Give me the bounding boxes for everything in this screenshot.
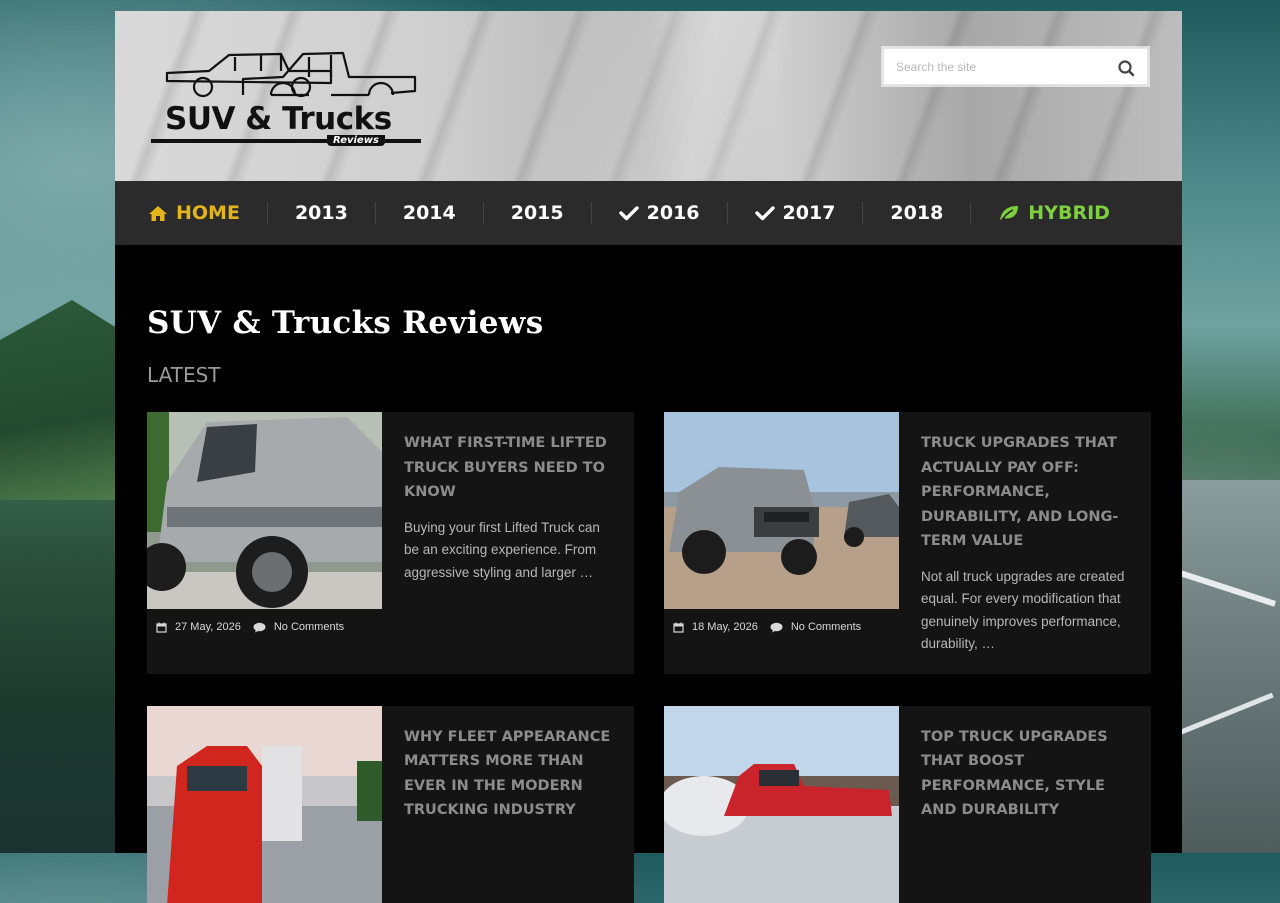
site-logo[interactable]: SUV & Trucks Reviews	[151, 49, 421, 149]
background-road	[1180, 480, 1280, 853]
nav-label-2014: 2014	[402, 202, 456, 224]
nav-label-2015: 2015	[510, 202, 564, 224]
nav-label-2013: 2013	[294, 202, 348, 224]
page-title: SUV & Trucks Reviews	[147, 305, 544, 341]
nav-item-2017[interactable]: 2017	[726, 202, 863, 224]
posts-grid: 27 May, 2026 No Comments What First-Time…	[147, 412, 1151, 903]
search-icon	[1118, 60, 1135, 77]
logo-subtitle: Reviews	[327, 135, 385, 146]
post-title-link[interactable]: What First-Time Lifted Truck Buyers Need…	[404, 431, 614, 505]
check-icon	[618, 206, 639, 221]
check-icon	[754, 206, 775, 221]
nav-item-home[interactable]: HOME	[148, 202, 267, 224]
nav-label-2017: 2017	[782, 202, 836, 224]
search-button[interactable]	[1117, 58, 1137, 78]
comments-icon	[253, 622, 266, 632]
nav-item-hybrid[interactable]: HYBRID	[970, 202, 1137, 224]
main-content: SUV & Trucks Reviews LATEST 27 May, 2026…	[115, 245, 1182, 903]
comments-icon	[770, 622, 783, 632]
post-thumbnail-red-semi-truck[interactable]	[147, 705, 382, 903]
site-container: SUV & Trucks Reviews HOME 2013 2014	[115, 11, 1182, 903]
post-thumbnail-lifted-truck[interactable]	[147, 412, 382, 609]
nav-label-2018: 2018	[890, 202, 944, 224]
background-mountain	[0, 300, 120, 500]
post-meta: 18 May, 2026 No Comments	[664, 609, 899, 645]
post-title-link[interactable]: Truck Upgrades That Actually Pay Off: Pe…	[921, 431, 1131, 554]
post-comments-link[interactable]: No Comments	[274, 621, 344, 633]
search-box	[883, 48, 1148, 85]
post-date: 18 May, 2026	[692, 621, 758, 633]
post-date: 27 May, 2026	[175, 621, 241, 633]
nav-label-hybrid: HYBRID	[1028, 202, 1110, 224]
post-meta: 27 May, 2026 No Comments	[147, 609, 382, 645]
post-card: 27 May, 2026 No Comments What First-Time…	[147, 412, 634, 674]
nav-item-2018[interactable]: 2018	[862, 202, 970, 224]
home-icon	[149, 206, 167, 221]
truck-logo-icon	[165, 51, 417, 98]
calendar-icon	[673, 622, 684, 633]
post-card: 18 May, 2026 No Comments Truck Upgrades …	[664, 412, 1151, 674]
post-thumbnail-ford-raptor[interactable]	[664, 412, 899, 609]
section-heading-latest: LATEST	[147, 363, 221, 387]
nav-label-2016: 2016	[646, 202, 700, 224]
leaf-icon	[1000, 206, 1019, 222]
post-excerpt: Not all truck upgrades are created equal…	[921, 568, 1125, 652]
main-navigation: HOME 2013 2014 2015 2016 2017 2018 HYBRI…	[115, 181, 1182, 245]
logo-title: SUV & Trucks	[165, 101, 392, 137]
post-title-link[interactable]: Why Fleet Appearance Matters More Than E…	[404, 725, 614, 823]
post-comments-link[interactable]: No Comments	[791, 621, 861, 633]
post-card: Why Fleet Appearance Matters More Than E…	[147, 705, 634, 903]
post-card: Top Truck Upgrades That Boost Performanc…	[664, 705, 1151, 903]
search-input[interactable]	[884, 49, 1104, 84]
post-excerpt: Buying your first Lifted Truck can be an…	[404, 519, 600, 580]
post-thumbnail-red-pickup[interactable]	[664, 705, 899, 903]
nav-item-2013[interactable]: 2013	[266, 202, 375, 224]
nav-label-home: HOME	[176, 202, 240, 224]
nav-item-2015[interactable]: 2015	[482, 202, 591, 224]
nav-item-2016[interactable]: 2016	[590, 202, 727, 224]
nav-item-2014[interactable]: 2014	[374, 202, 483, 224]
post-title-link[interactable]: Top Truck Upgrades That Boost Performanc…	[921, 725, 1131, 823]
calendar-icon	[156, 622, 167, 633]
site-header: SUV & Trucks Reviews	[115, 11, 1182, 181]
